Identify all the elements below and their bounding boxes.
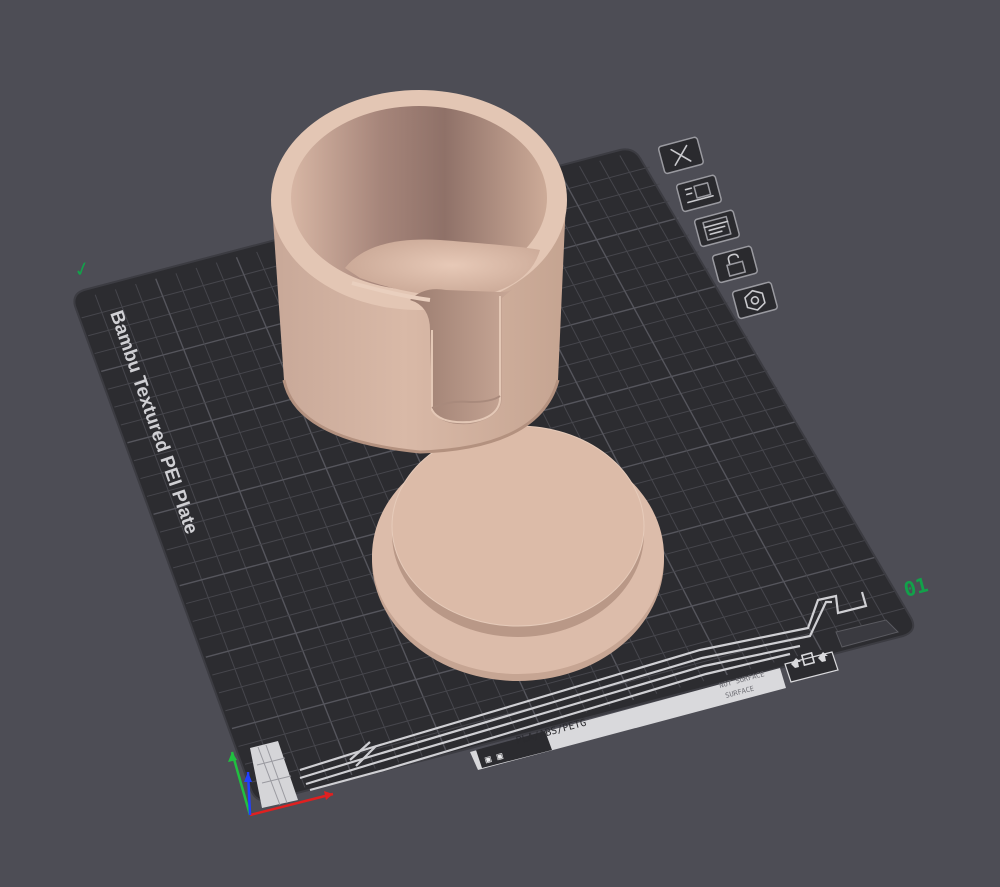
- cup-object[interactable]: [271, 90, 567, 454]
- plate-number-label: 01: [901, 572, 930, 601]
- plate-check-icon: ✓: [71, 255, 93, 283]
- plate-settings-button[interactable]: [693, 209, 740, 248]
- orient-button[interactable]: [731, 281, 778, 320]
- lock-button[interactable]: [711, 245, 758, 284]
- 3d-viewport[interactable]: Bambu Textured PEI Plate ✓ 01 ▣ ▣ PLA/AB…: [0, 0, 1000, 887]
- build-plate-scene[interactable]: Bambu Textured PEI Plate ✓ 01 ▣ ▣ PLA/AB…: [0, 0, 1000, 887]
- close-plate-button[interactable]: [657, 136, 704, 175]
- arrange-button[interactable]: [675, 174, 722, 213]
